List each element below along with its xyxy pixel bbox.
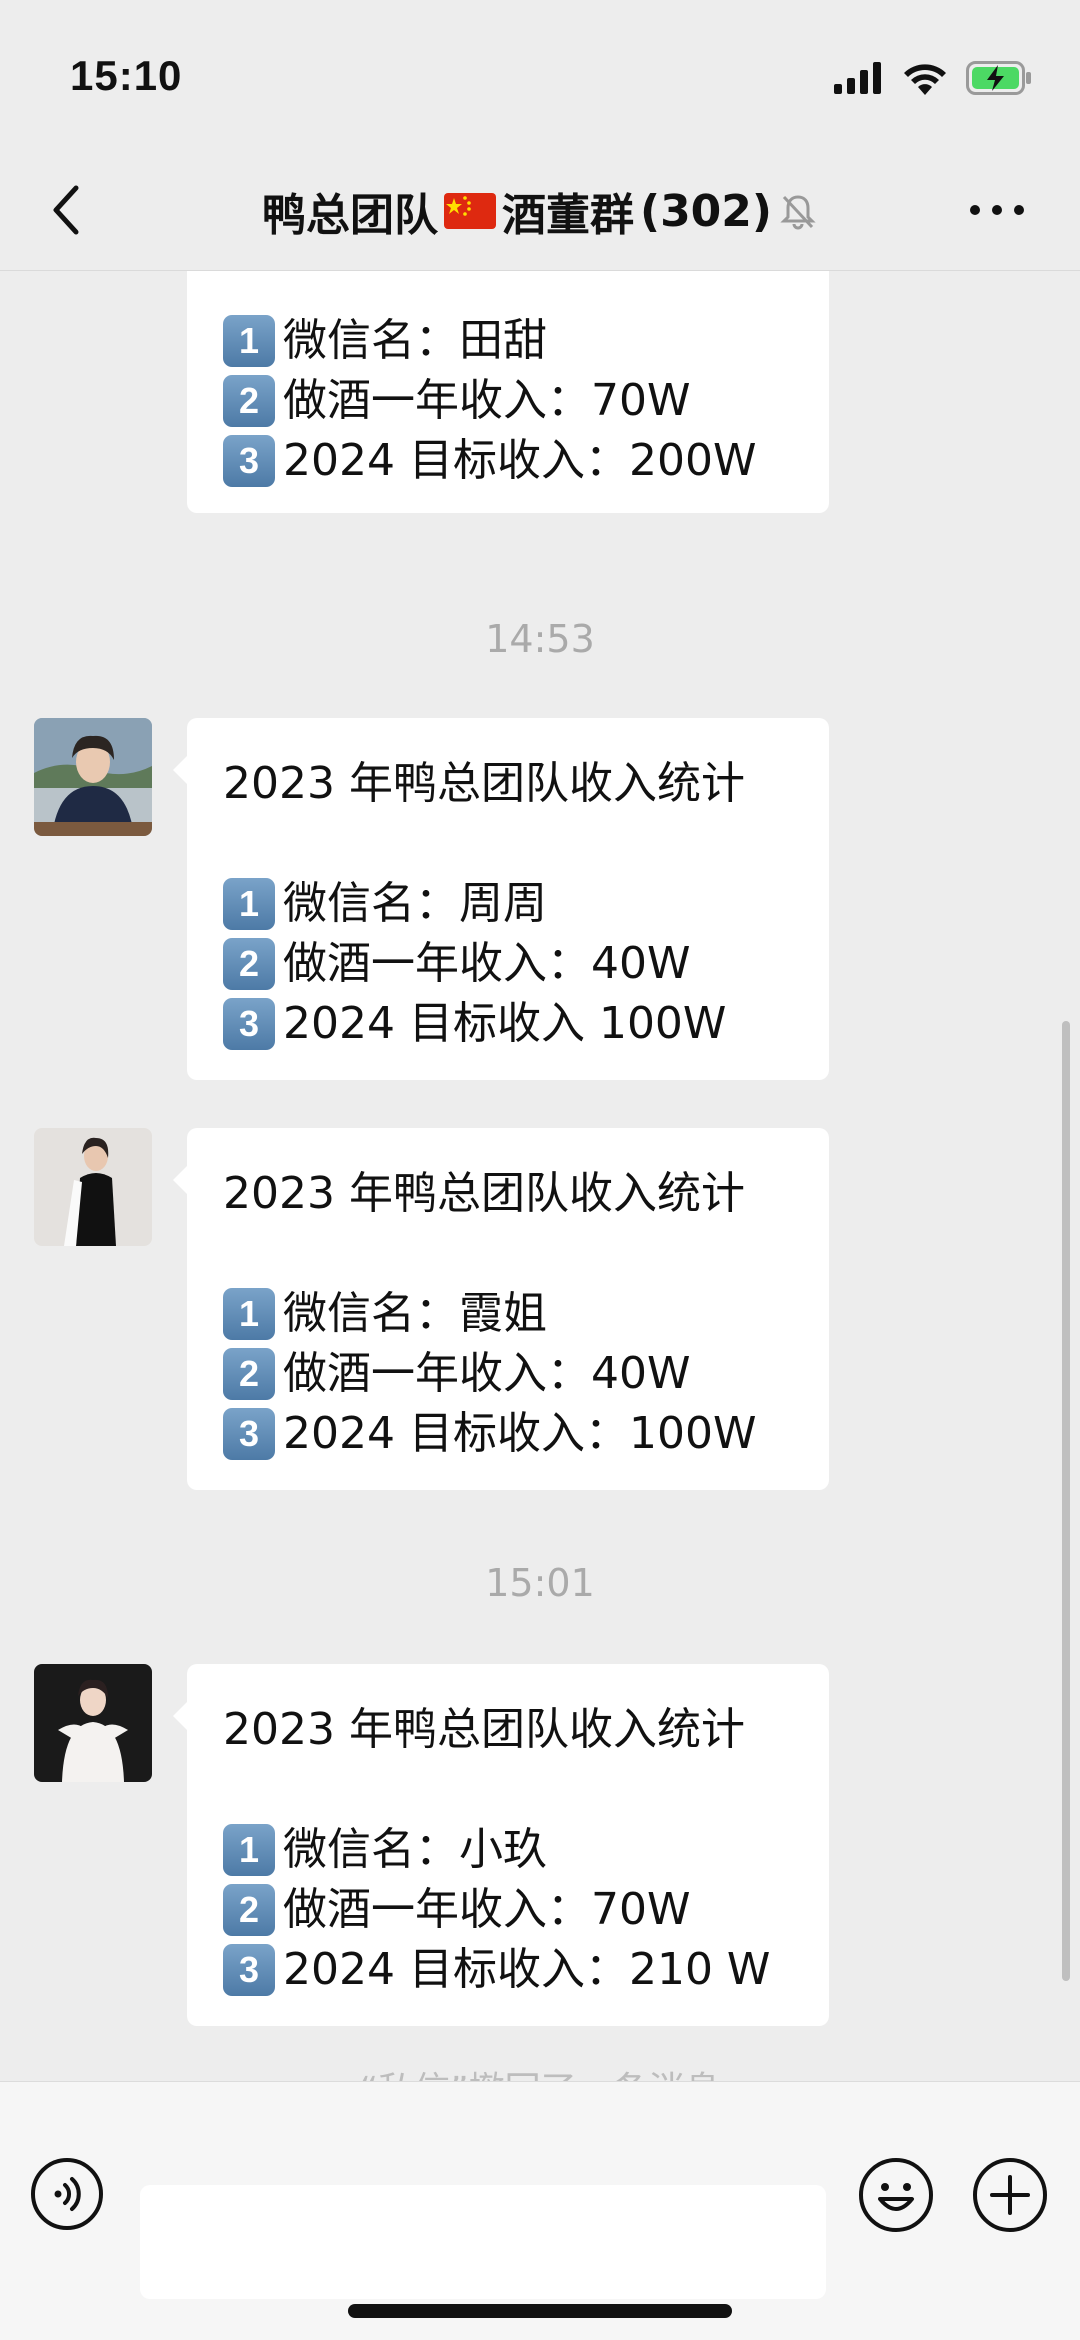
voice-button[interactable]	[30, 2157, 104, 2231]
timestamp: 14:53	[485, 617, 595, 661]
back-button[interactable]	[40, 178, 100, 242]
wifi-icon	[904, 64, 946, 95]
keycap-3-icon: 3	[223, 1944, 275, 1996]
message-line: 2 做酒一年收入：70W	[223, 371, 793, 431]
chat-title: 鸭总团队 酒董群 (302)	[140, 176, 940, 246]
status-bar: 15:10	[0, 0, 1080, 150]
chat-title-part1: 鸭总团队	[261, 190, 438, 241]
emoji-icon	[859, 2158, 933, 2232]
avatar[interactable]	[34, 718, 152, 836]
keycap-1-icon: 1	[223, 1288, 275, 1340]
message-bubble[interactable]: 2023 年鸭总团队收入统计 1 微信名：周周 2 做酒一年收入：40W 3 2024…	[173, 718, 829, 1080]
input-bar	[0, 2081, 1080, 2340]
system-message-partial: “私信”撤回了一条消息	[0, 2061, 1080, 2081]
message-line: 2 做酒一年收入：40W	[223, 1344, 793, 1404]
china-flag-icon	[443, 193, 496, 229]
keycap-1-icon: 1	[223, 878, 275, 930]
emoji-button[interactable]	[858, 2157, 934, 2233]
timestamp: 15:01	[485, 1561, 595, 1605]
plus-button[interactable]	[972, 2157, 1048, 2233]
message-line: 3 2024 目标收入 100W	[223, 994, 793, 1054]
message-heading: 2023 年鸭总团队收入统计	[223, 758, 745, 809]
message-line: 1 微信名：小玖	[223, 1820, 793, 1880]
keycap-3-icon: 3	[223, 1408, 275, 1460]
message-bubble[interactable]: 1 微信名：田甜 2 做酒一年收入：70W 3 2024 目标收入：200W	[187, 271, 829, 513]
message-line: 3 2024 目标收入：210 W	[223, 1940, 793, 2000]
more-icon-dot	[1014, 205, 1024, 215]
avatar[interactable]	[34, 1664, 152, 1782]
message-line: 1 微信名：周周	[223, 874, 793, 934]
chat-area[interactable]: 1 微信名：田甜 2 做酒一年收入：70W 3 2024 目标收入：200W 14:5…	[0, 271, 1080, 2081]
message-line: 1 微信名：霞姐	[223, 1284, 793, 1344]
keycap-1-icon: 1	[223, 1824, 275, 1876]
keycap-3-icon: 3	[223, 998, 275, 1050]
chat-scrollbar[interactable]	[1062, 1021, 1070, 1981]
message-bubble[interactable]: 2023 年鸭总团队收入统计 1 微信名：小玖 2 做酒一年收入：70W 3 2024…	[173, 1664, 829, 2026]
voice-icon	[31, 2158, 103, 2230]
keycap-1-icon: 1	[223, 315, 275, 367]
chevron-left-icon	[53, 185, 79, 235]
keycap-2-icon: 2	[223, 375, 275, 427]
status-icons	[834, 58, 1032, 98]
bell-slash-icon	[780, 195, 816, 230]
status-time: 15:10	[70, 52, 183, 99]
message-heading: 2023 年鸭总团队收入统计	[223, 1168, 745, 1219]
nav-bar: 鸭总团队 酒董群 (302)	[0, 150, 1080, 271]
message-input[interactable]	[140, 2185, 826, 2299]
avatar[interactable]	[34, 1128, 152, 1246]
chat-title-part2: 酒董群	[501, 190, 634, 241]
more-button[interactable]	[970, 190, 1040, 230]
signal-icon	[834, 62, 881, 94]
keycap-2-icon: 2	[223, 1884, 275, 1936]
more-icon-dot	[970, 205, 980, 215]
message-heading: 2023 年鸭总团队收入统计	[223, 1704, 745, 1755]
message-line: 2 做酒一年收入：70W	[223, 1880, 793, 1940]
message-line: 3 2024 目标收入：100W	[223, 1404, 793, 1464]
keycap-2-icon: 2	[223, 1348, 275, 1400]
home-indicator[interactable]	[348, 2304, 732, 2318]
plus-icon	[973, 2158, 1047, 2232]
message-bubble[interactable]: 2023 年鸭总团队收入统计 1 微信名：霞姐 2 做酒一年收入：40W 3 2024…	[173, 1128, 829, 1490]
member-count: (302)	[639, 185, 773, 237]
battery-charging-icon	[966, 61, 1031, 95]
message-line: 2 做酒一年收入：40W	[223, 934, 793, 994]
keycap-3-icon: 3	[223, 435, 275, 487]
more-icon-dot	[992, 205, 1002, 215]
keycap-2-icon: 2	[223, 938, 275, 990]
message-line: 1 微信名：田甜	[223, 311, 793, 371]
message-line: 3 2024 目标收入：200W	[223, 431, 793, 491]
